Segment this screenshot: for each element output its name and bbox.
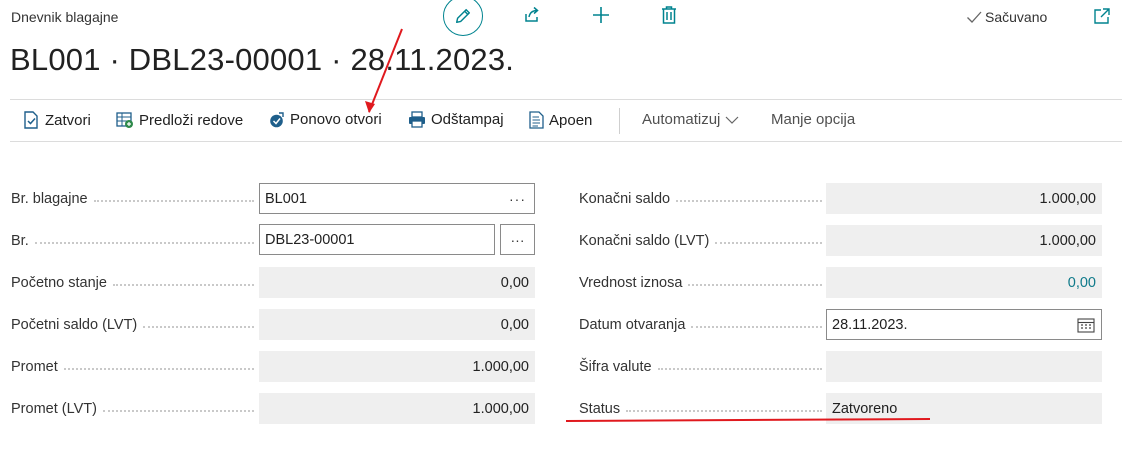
opening-balance-field: 0,00 bbox=[259, 267, 535, 298]
reopen-action[interactable]: Ponovo otvori bbox=[269, 111, 382, 128]
field-label-closing-balance-lcy: Konačni saldo (LVT) bbox=[579, 231, 822, 251]
print-icon bbox=[409, 111, 425, 128]
trash-icon bbox=[662, 6, 676, 24]
field-label-opening-date: Datum otvaranja bbox=[579, 315, 822, 335]
open-new-window-icon[interactable] bbox=[1093, 7, 1111, 25]
chevron-down-icon bbox=[725, 116, 739, 124]
action-separator bbox=[619, 108, 620, 134]
action-label: Odštampaj bbox=[431, 111, 504, 128]
label-text: Datum otvaranja bbox=[579, 317, 686, 333]
page-toolbar: Sačuvano bbox=[0, 0, 1124, 40]
checkmark-icon bbox=[967, 11, 982, 23]
opening-balance-lcy-field: 0,00 bbox=[259, 309, 535, 340]
action-label: Apoen bbox=[549, 111, 593, 129]
action-label: Manje opcija bbox=[771, 111, 856, 128]
label-text: Konačni saldo bbox=[579, 191, 671, 207]
field-label-turnover-lcy: Promet (LVT) bbox=[11, 399, 254, 419]
leader-dots bbox=[112, 284, 254, 286]
leader-dots bbox=[657, 368, 822, 370]
close-document-icon bbox=[24, 111, 38, 129]
field-value: 1.000,00 bbox=[1039, 232, 1096, 249]
label-text: Promet (LVT) bbox=[11, 401, 97, 417]
pencil-icon bbox=[455, 8, 471, 24]
denomination-action[interactable]: Apoen bbox=[529, 111, 592, 129]
calendar-icon[interactable] bbox=[1077, 317, 1095, 333]
label-text: Status bbox=[579, 401, 621, 417]
cash-register-no-field[interactable]: BL001 ··· bbox=[259, 183, 535, 214]
label-text: Br. bbox=[11, 233, 29, 249]
leader-dots bbox=[691, 326, 822, 328]
suggest-lines-action[interactable]: Predloži redove bbox=[116, 111, 243, 129]
leader-dots bbox=[102, 410, 254, 412]
delete-button[interactable] bbox=[658, 4, 680, 26]
turnover-lcy-field: 1.000,00 bbox=[259, 393, 535, 424]
closing-balance-field: 1.000,00 bbox=[826, 183, 1102, 214]
leader-dots bbox=[626, 410, 822, 412]
turnover-field: 1.000,00 bbox=[259, 351, 535, 382]
close-action[interactable]: Zatvori bbox=[23, 111, 91, 129]
field-label-status: Status bbox=[579, 399, 822, 419]
reopen-icon bbox=[270, 111, 284, 127]
leader-dots bbox=[34, 242, 254, 244]
field-value: BL001 bbox=[265, 190, 307, 207]
leader-dots bbox=[676, 200, 822, 202]
action-label: Ponovo otvori bbox=[290, 111, 382, 128]
field-value: 1.000,00 bbox=[472, 358, 529, 375]
field-value: 0,00 bbox=[500, 274, 529, 291]
field-value: 1.000,00 bbox=[1039, 190, 1096, 207]
label-text: Vrednost iznosa bbox=[579, 275, 683, 291]
leader-dots bbox=[63, 368, 254, 370]
field-value: DBL23-00001 bbox=[265, 231, 355, 248]
new-button[interactable] bbox=[590, 4, 612, 26]
field-label-cash-register-no: Br. blagajne bbox=[11, 189, 254, 209]
denomination-icon bbox=[529, 111, 544, 129]
automate-menu[interactable]: Automatizuj bbox=[642, 111, 739, 128]
leader-dots bbox=[93, 200, 254, 202]
leader-dots bbox=[715, 242, 822, 244]
field-label-amount-value: Vrednost iznosa bbox=[579, 273, 822, 293]
action-label: Zatvori bbox=[45, 111, 91, 129]
leader-dots bbox=[143, 326, 254, 328]
status-field: Zatvoreno bbox=[826, 393, 1102, 424]
currency-code-field bbox=[826, 351, 1102, 382]
field-label-turnover: Promet bbox=[11, 357, 254, 377]
page-title: BL001 · DBL23-00001 · 28.11.2023. bbox=[10, 42, 515, 77]
print-action[interactable]: Odštampaj bbox=[408, 111, 504, 128]
label-text: Početni saldo (LVT) bbox=[11, 317, 138, 333]
field-label-opening-balance-lcy: Početni saldo (LVT) bbox=[11, 315, 254, 335]
label-text: Šifra valute bbox=[579, 359, 652, 375]
field-label-currency-code: Šifra valute bbox=[579, 357, 822, 377]
closing-balance-lcy-field: 1.000,00 bbox=[826, 225, 1102, 256]
field-value: Zatvoreno bbox=[832, 400, 898, 417]
action-label: Predloži redove bbox=[139, 111, 244, 129]
field-value: 1.000,00 bbox=[472, 400, 529, 417]
share-button[interactable] bbox=[521, 4, 543, 26]
field-value-link[interactable]: 0,00 bbox=[1068, 275, 1096, 291]
saved-label: Sačuvano bbox=[985, 9, 1048, 25]
field-value: 28.11.2023. bbox=[832, 316, 908, 333]
assist-edit-button[interactable]: ··· bbox=[500, 224, 535, 255]
label-text: Promet bbox=[11, 359, 58, 375]
label-text: Konačni saldo (LVT) bbox=[579, 233, 710, 249]
plus-icon bbox=[593, 7, 609, 23]
action-bar: Zatvori Predloži redove Ponovo otvori Od… bbox=[10, 99, 1122, 142]
field-label-closing-balance: Konačni saldo bbox=[579, 189, 822, 209]
field-value: 0,00 bbox=[500, 316, 529, 333]
document-no-field[interactable]: DBL23-00001 bbox=[259, 224, 495, 255]
leader-dots bbox=[688, 284, 822, 286]
suggest-lines-icon bbox=[116, 112, 133, 128]
action-label: Automatizuj bbox=[642, 111, 721, 128]
edit-button[interactable] bbox=[443, 0, 483, 36]
saved-status: Sačuvano bbox=[966, 9, 1047, 25]
fewer-options-button[interactable]: Manje opcija bbox=[771, 111, 855, 128]
label-text: Početno stanje bbox=[11, 275, 107, 291]
share-icon bbox=[525, 6, 539, 22]
lookup-ellipsis-icon[interactable]: ··· bbox=[509, 191, 526, 207]
label-text: Br. blagajne bbox=[11, 191, 88, 207]
field-label-no: Br. bbox=[11, 231, 254, 251]
opening-date-field[interactable]: 28.11.2023. bbox=[826, 309, 1102, 340]
field-label-opening-balance: Početno stanje bbox=[11, 273, 254, 293]
amount-value-field[interactable]: 0,00 bbox=[826, 267, 1102, 298]
